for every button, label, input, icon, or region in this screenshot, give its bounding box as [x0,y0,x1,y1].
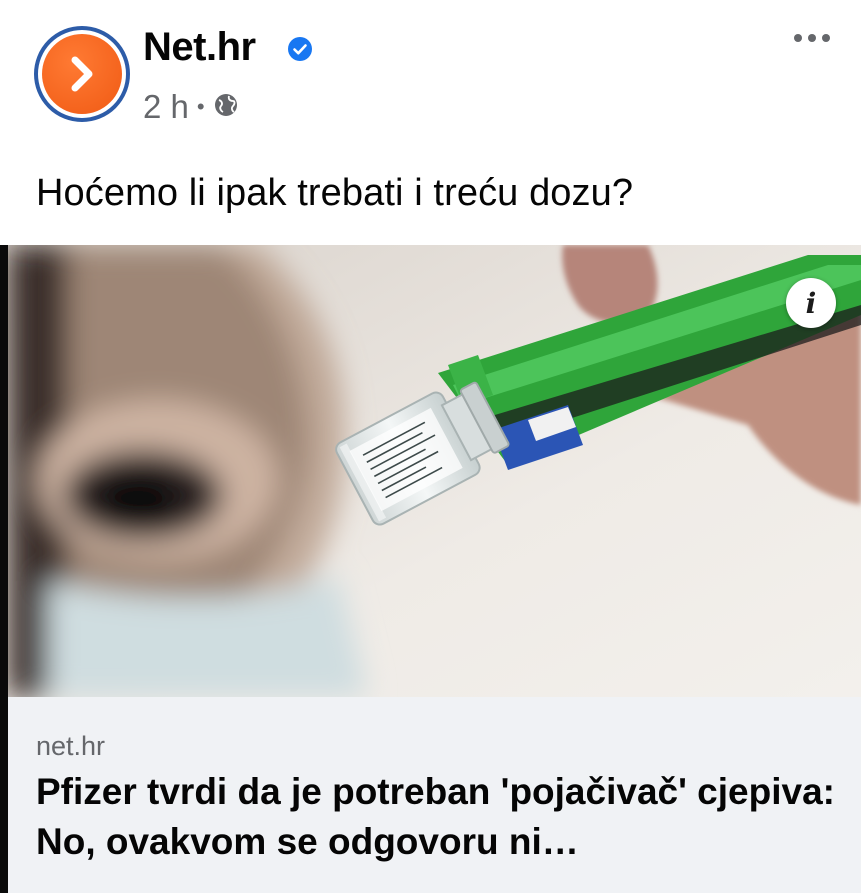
link-preview-footer[interactable]: net.hr Pfizer tvrdi da je potreban 'poja… [8,697,861,893]
link-title[interactable]: Pfizer tvrdi da je potreban 'pojačivač' … [36,767,846,867]
post-timestamp[interactable]: 2 h [143,88,189,126]
post-text: Hoćemo li ipak trebati i treću dozu? [36,172,634,214]
more-options-icon[interactable] [782,20,842,56]
link-preview-image[interactable] [8,245,861,697]
netHr-logo-icon [42,34,122,114]
post-meta: 2 h • [143,88,239,126]
vaccine-photo [8,245,861,697]
info-button[interactable]: i [786,278,836,328]
page-name[interactable]: Net.hr [143,25,256,70]
meta-separator: • [196,94,205,119]
globe-icon [213,88,239,126]
screen-edge [0,245,8,893]
link-domain: net.hr [36,731,106,761]
post-header: Net.hr 2 h • [0,0,861,150]
page-avatar[interactable] [34,26,130,122]
verified-badge-icon [287,36,313,62]
